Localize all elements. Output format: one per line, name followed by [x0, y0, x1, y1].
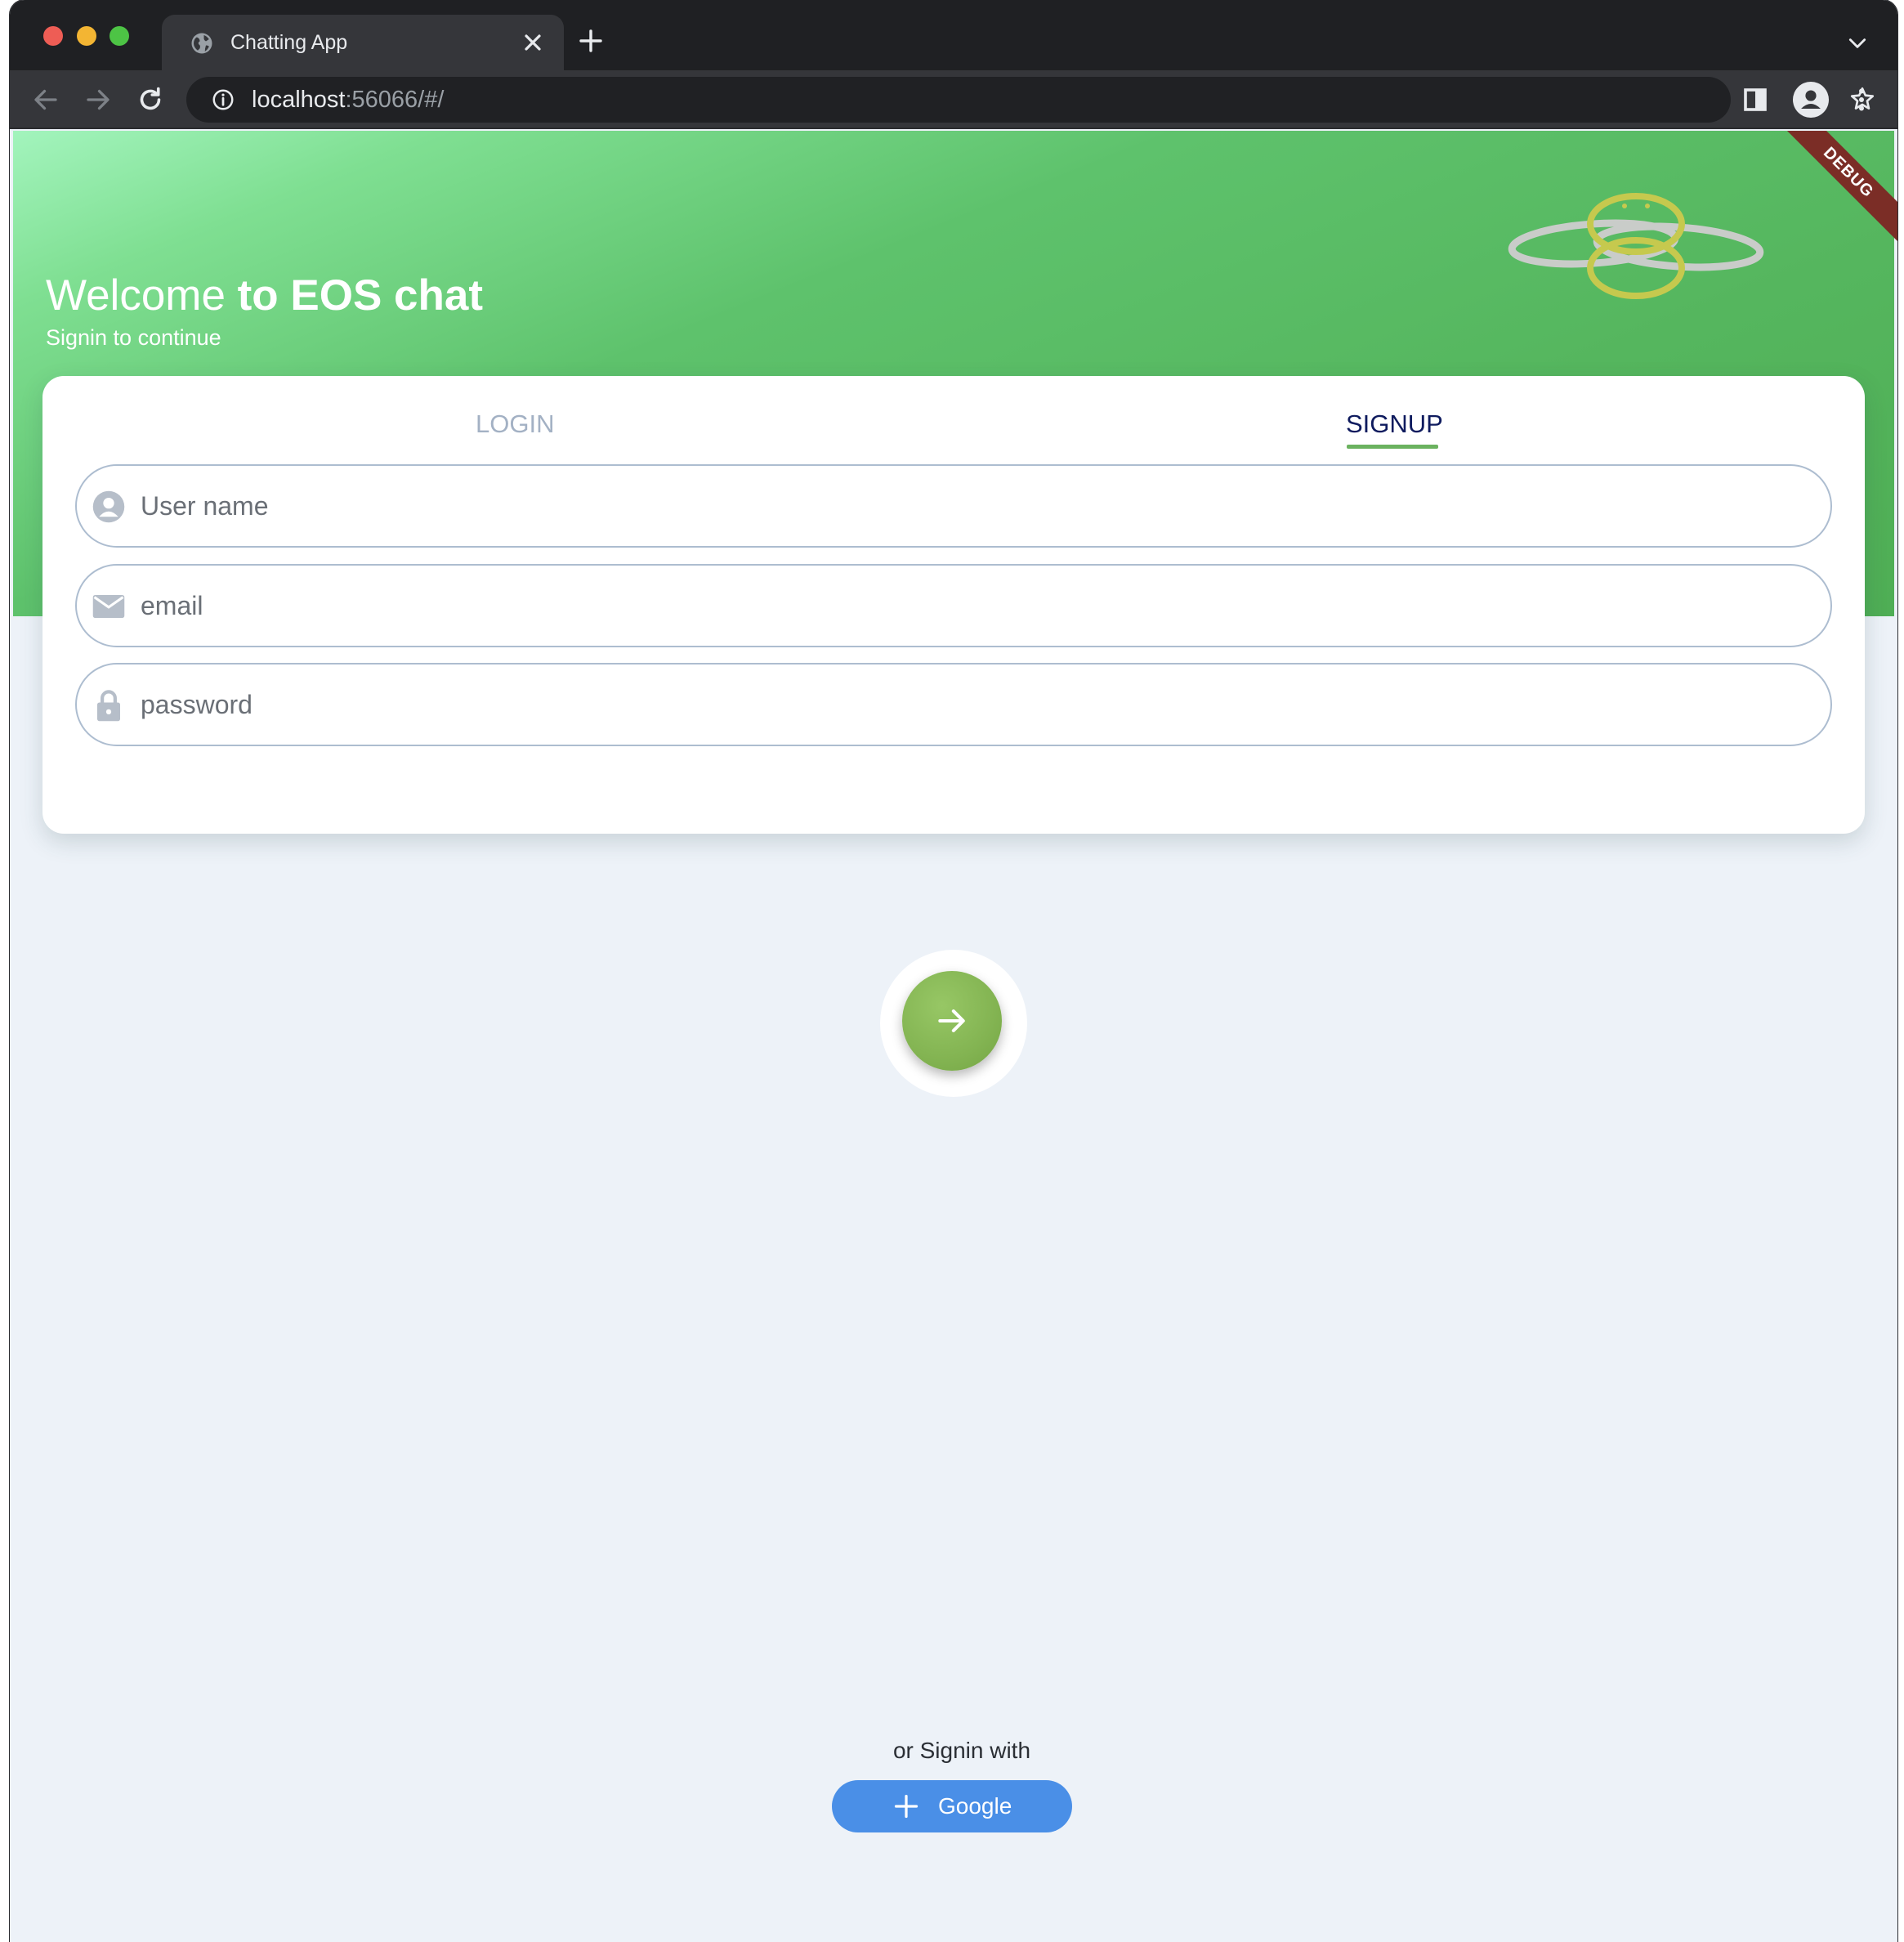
username-field[interactable] — [75, 464, 1832, 548]
auth-card: LOGIN SIGNUP — [42, 376, 1865, 834]
browser-toolbar: localhost:56066/#/ — [10, 70, 1897, 129]
back-arrow-icon[interactable] — [31, 85, 60, 114]
profile-icon[interactable] — [1793, 82, 1829, 118]
tab-title: Chatting App — [230, 31, 348, 54]
google-signin-label: Google — [938, 1793, 1012, 1819]
lock-icon — [97, 690, 120, 722]
side-panel-icon[interactable] — [1741, 85, 1770, 114]
tab-login[interactable]: LOGIN — [476, 409, 554, 440]
password-input[interactable] — [139, 679, 1806, 730]
close-icon[interactable] — [520, 29, 546, 56]
social-signin-prompt: or Signin with — [892, 1738, 1031, 1763]
password-field[interactable] — [75, 663, 1832, 746]
active-tab-indicator — [1347, 445, 1438, 449]
email-input[interactable] — [139, 580, 1806, 631]
chevron-down-icon[interactable] — [1847, 33, 1868, 54]
globe-icon — [191, 33, 212, 54]
user-icon — [92, 490, 125, 523]
window-maximize-button[interactable] — [110, 26, 129, 46]
url-path: :56066/#/ — [345, 87, 445, 113]
plus-icon — [894, 1794, 918, 1819]
app-logo — [1508, 193, 1764, 299]
window-close-button[interactable] — [43, 26, 63, 46]
mail-icon — [92, 595, 125, 618]
debug-banner: DEBUG — [1763, 131, 1897, 257]
tab-signup[interactable]: SIGNUP — [1346, 409, 1443, 440]
arrow-right-icon — [938, 1009, 965, 1032]
email-field[interactable] — [75, 564, 1832, 647]
url-host: localhost — [252, 87, 346, 113]
info-icon[interactable] — [211, 87, 235, 112]
username-input[interactable] — [139, 481, 1806, 531]
google-signin-button[interactable]: Google — [832, 1780, 1072, 1832]
reload-icon[interactable] — [136, 85, 165, 114]
address-bar[interactable]: localhost:56066/#/ — [186, 77, 1875, 123]
submit-button[interactable] — [902, 971, 1002, 1071]
browser-tab[interactable]: Chatting App — [162, 15, 564, 70]
welcome-prefix: Welcome — [46, 271, 238, 320]
kebab-menu-icon[interactable] — [1847, 85, 1876, 114]
url-text[interactable]: localhost:56066/#/ — [252, 85, 444, 114]
window-minimize-button[interactable] — [77, 26, 96, 46]
app-page: DEBUG Welcome to EOS chat Signin to cont… — [10, 131, 1897, 1942]
forward-arrow-icon[interactable] — [83, 85, 113, 114]
tab-strip: Chatting App — [10, 0, 1897, 70]
welcome-app-name: to EOS chat — [237, 271, 484, 320]
browser-window: Chatting App localhost:56066/#/ DEBUG We… — [10, 0, 1897, 1942]
welcome-heading: Welcome to EOS chat — [46, 270, 483, 322]
welcome-subtitle: Signin to continue — [46, 325, 221, 350]
plus-icon[interactable] — [578, 28, 604, 54]
